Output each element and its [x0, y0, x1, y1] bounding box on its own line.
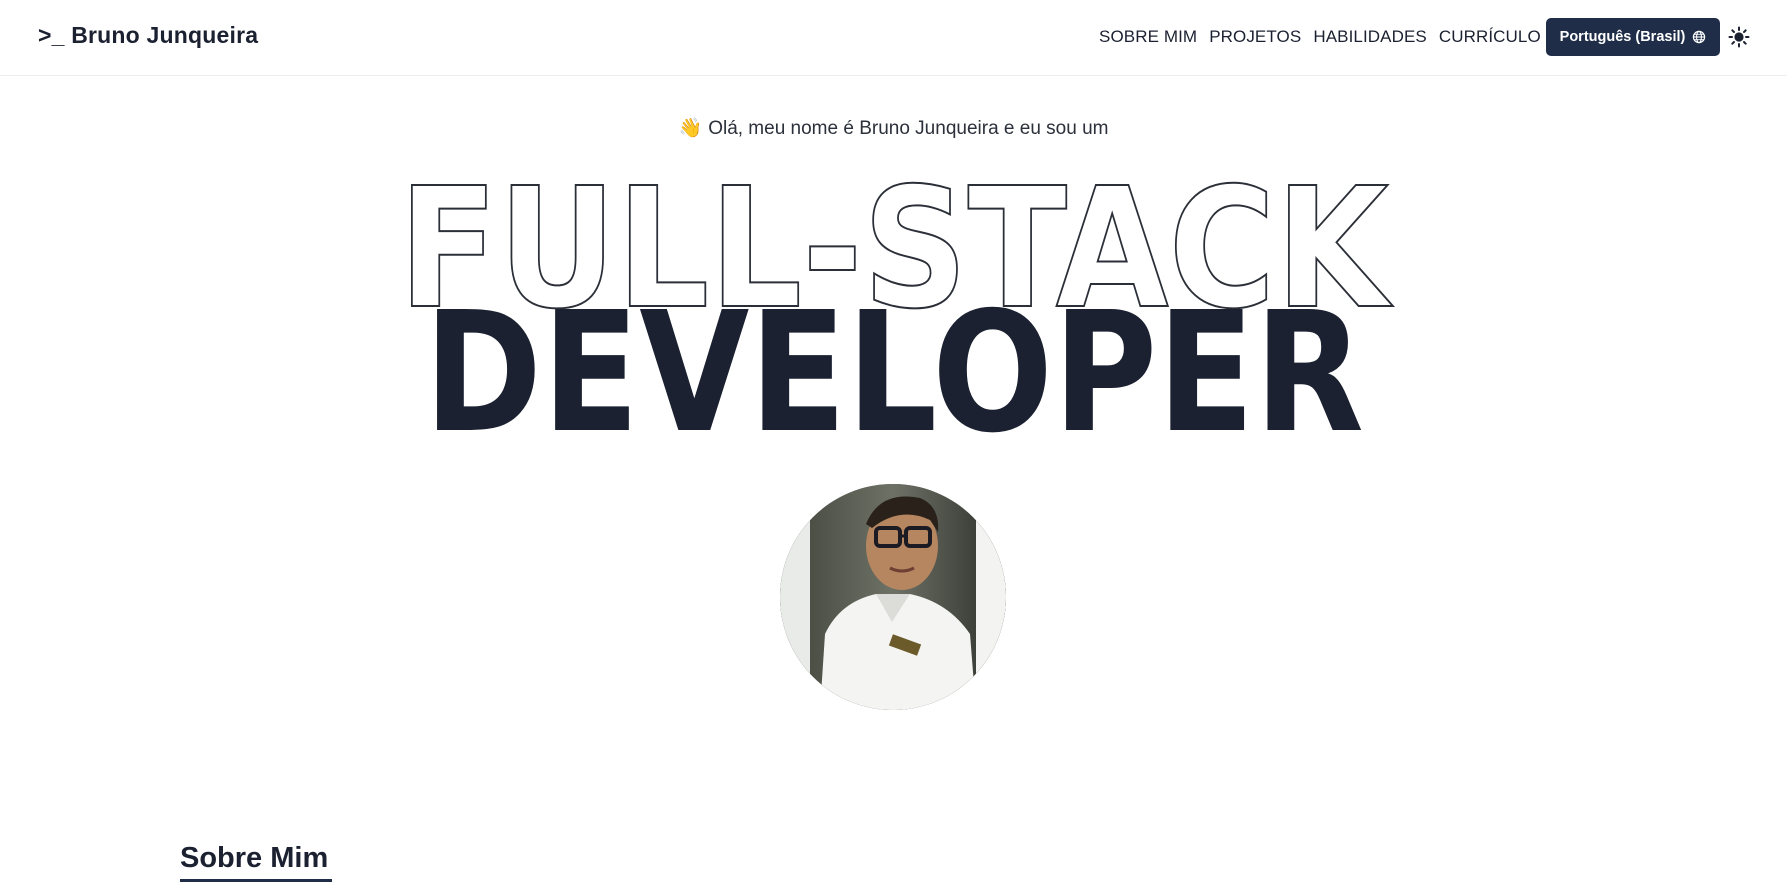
hero-title: FULL-STACK DEVELOPER — [398, 170, 1395, 440]
language-selector-button[interactable]: Português (Brasil) — [1546, 18, 1720, 56]
brand-logo[interactable]: >_ Bruno Junqueira — [38, 22, 258, 49]
profile-avatar — [780, 484, 1006, 710]
nav-link-sobre-mim[interactable]: SOBRE MIM — [1099, 27, 1197, 47]
sun-icon — [1728, 26, 1750, 48]
wave-emoji: 👋 — [678, 118, 703, 139]
greeting-text: Olá, meu nome é Bruno Junqueira e eu sou… — [708, 118, 1109, 139]
profile-photo — [780, 484, 1006, 710]
nav-link-habilidades[interactable]: HABILIDADES — [1313, 27, 1427, 47]
section-title-underline — [180, 879, 332, 882]
navbar: >_ Bruno Junqueira SOBRE MIM PROJETOS HA… — [0, 0, 1787, 76]
language-label: Português (Brasil) — [1559, 29, 1686, 45]
hero-title-line-2: DEVELOPER — [424, 277, 1364, 440]
nav-link-curriculo[interactable]: CURRÍCULO — [1439, 27, 1541, 47]
about-section-title: Sobre Mim — [180, 842, 329, 874]
nav-link-projetos[interactable]: PROJETOS — [1209, 27, 1301, 47]
main-nav: SOBRE MIM PROJETOS HABILIDADES CURRÍCULO — [1099, 27, 1541, 47]
hero-greeting: 👋 Olá, meu nome é Bruno Junqueira e eu so… — [0, 116, 1787, 140]
globe-icon — [1692, 30, 1706, 44]
theme-toggle-button[interactable] — [1726, 24, 1752, 50]
